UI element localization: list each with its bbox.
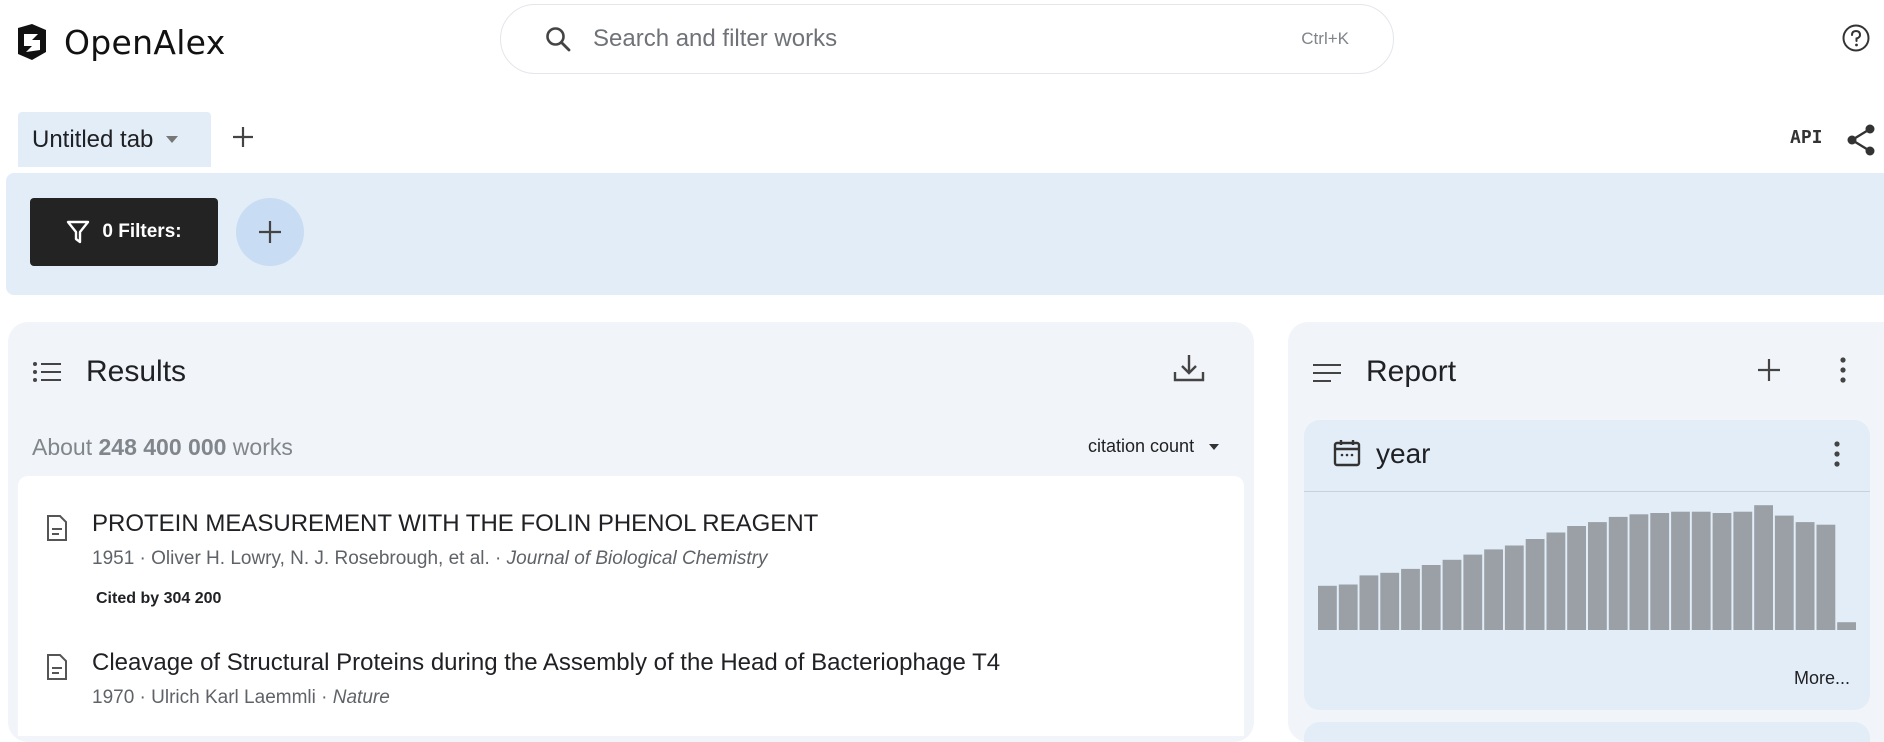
year-bar[interactable] bbox=[1525, 539, 1545, 630]
report-lines-icon bbox=[1312, 362, 1342, 389]
sort-dropdown[interactable]: citation count bbox=[1088, 436, 1220, 457]
year-card-title: year bbox=[1376, 438, 1431, 469]
tab-label: Untitled tab bbox=[32, 125, 154, 153]
result-title[interactable]: Cleavage of Structural Proteins during t… bbox=[92, 649, 1000, 677]
result-year-authors: 1970 · Ulrich Karl Laemmli · bbox=[92, 687, 333, 708]
year-bar[interactable] bbox=[1484, 549, 1503, 630]
share-icon bbox=[1847, 124, 1875, 156]
api-link[interactable]: API bbox=[1790, 127, 1823, 148]
year-card-header: year bbox=[1304, 420, 1870, 492]
year-bar[interactable] bbox=[1318, 585, 1337, 630]
year-bar[interactable] bbox=[1671, 511, 1690, 630]
document-icon bbox=[47, 654, 67, 680]
add-filter-button[interactable] bbox=[236, 198, 304, 266]
search-input[interactable]: Search and filter works bbox=[593, 25, 1301, 53]
year-bar[interactable] bbox=[1795, 522, 1815, 630]
year-bar[interactable] bbox=[1463, 554, 1483, 630]
plus-icon bbox=[1758, 359, 1780, 381]
plus-icon bbox=[233, 127, 253, 147]
search-shortcut-hint: Ctrl+K bbox=[1301, 29, 1349, 48]
year-bar[interactable] bbox=[1338, 584, 1358, 631]
year-bar[interactable] bbox=[1359, 575, 1379, 630]
filter-icon bbox=[67, 220, 90, 244]
download-icon bbox=[1173, 355, 1205, 382]
result-title[interactable]: PROTEIN MEASUREMENT WITH THE FOLIN PHENO… bbox=[92, 510, 818, 538]
list-icon bbox=[32, 360, 62, 389]
result-meta: 1970 · Ulrich Karl Laemmli · Nature bbox=[92, 687, 390, 709]
share-button[interactable] bbox=[1845, 123, 1877, 162]
plus-icon bbox=[259, 221, 281, 243]
result-meta: 1951 · Oliver H. Lowry, N. J. Rosebrough… bbox=[92, 548, 768, 570]
year-bar[interactable] bbox=[1608, 516, 1628, 630]
year-bar[interactable] bbox=[1754, 505, 1773, 630]
add-report-button[interactable] bbox=[1755, 356, 1783, 389]
year-bar[interactable] bbox=[1401, 568, 1420, 630]
openalex-logo[interactable]: OpenAlex bbox=[12, 14, 226, 70]
year-bar[interactable] bbox=[1442, 559, 1462, 630]
year-bar[interactable] bbox=[1733, 511, 1753, 630]
year-bar[interactable] bbox=[1504, 545, 1524, 631]
help-button[interactable] bbox=[1841, 23, 1871, 58]
year-bar[interactable] bbox=[1837, 622, 1856, 630]
search-icon bbox=[546, 27, 571, 52]
next-report-card bbox=[1304, 722, 1870, 742]
filters-button[interactable]: 0 Filters: bbox=[30, 198, 218, 266]
results-count-suffix: works bbox=[232, 434, 293, 460]
calendar-icon bbox=[1333, 440, 1361, 467]
year-bar[interactable] bbox=[1774, 515, 1794, 630]
year-bar[interactable] bbox=[1421, 565, 1441, 630]
year-bar[interactable] bbox=[1546, 532, 1566, 631]
results-count-prefix: About bbox=[32, 434, 93, 460]
year-bar[interactable] bbox=[1567, 526, 1586, 630]
openalex-logo-icon bbox=[18, 24, 46, 60]
results-count-value: 248 400 000 bbox=[98, 434, 227, 460]
caret-down-icon bbox=[1209, 443, 1220, 450]
caret-down-icon[interactable] bbox=[165, 135, 179, 145]
result-venue[interactable]: Journal of Biological Chemistry bbox=[507, 548, 768, 569]
year-bar[interactable] bbox=[1588, 522, 1607, 630]
result-cited-by[interactable]: Cited by 304 200 bbox=[96, 590, 221, 608]
download-button[interactable] bbox=[1172, 352, 1206, 391]
year-histogram[interactable] bbox=[1312, 498, 1864, 658]
report-menu-button[interactable] bbox=[1838, 356, 1848, 389]
kebab-menu-icon bbox=[1840, 357, 1846, 383]
filters-count-label: 0 Filters: bbox=[102, 221, 182, 242]
add-tab-button[interactable] bbox=[228, 122, 258, 157]
result-year-authors: 1951 · Oliver H. Lowry, N. J. Rosebrough… bbox=[92, 548, 507, 569]
search-box[interactable]: Search and filter works Ctrl+K bbox=[500, 4, 1394, 74]
year-bar[interactable] bbox=[1712, 513, 1732, 630]
kebab-menu-icon[interactable] bbox=[1832, 440, 1842, 468]
result-venue[interactable]: Nature bbox=[333, 687, 390, 708]
report-title: Report bbox=[1366, 355, 1457, 388]
year-bar[interactable] bbox=[1629, 514, 1649, 630]
year-bar[interactable] bbox=[1816, 524, 1836, 630]
help-circle-icon bbox=[1842, 24, 1870, 52]
results-count: About 248 400 000 works bbox=[32, 434, 293, 461]
tab-untitled[interactable]: Untitled tab bbox=[18, 112, 211, 167]
year-bar[interactable] bbox=[1650, 513, 1670, 630]
year-report-card: year More... bbox=[1304, 420, 1870, 710]
sort-label: citation count bbox=[1088, 436, 1195, 456]
year-bar[interactable] bbox=[1691, 511, 1711, 630]
year-bar[interactable] bbox=[1380, 572, 1400, 630]
results-title: Results bbox=[86, 355, 187, 388]
document-icon bbox=[47, 515, 67, 541]
app-name: OpenAlex bbox=[64, 22, 226, 62]
results-list: PROTEIN MEASUREMENT WITH THE FOLIN PHENO… bbox=[18, 476, 1244, 736]
more-link[interactable]: More... bbox=[1794, 668, 1850, 689]
